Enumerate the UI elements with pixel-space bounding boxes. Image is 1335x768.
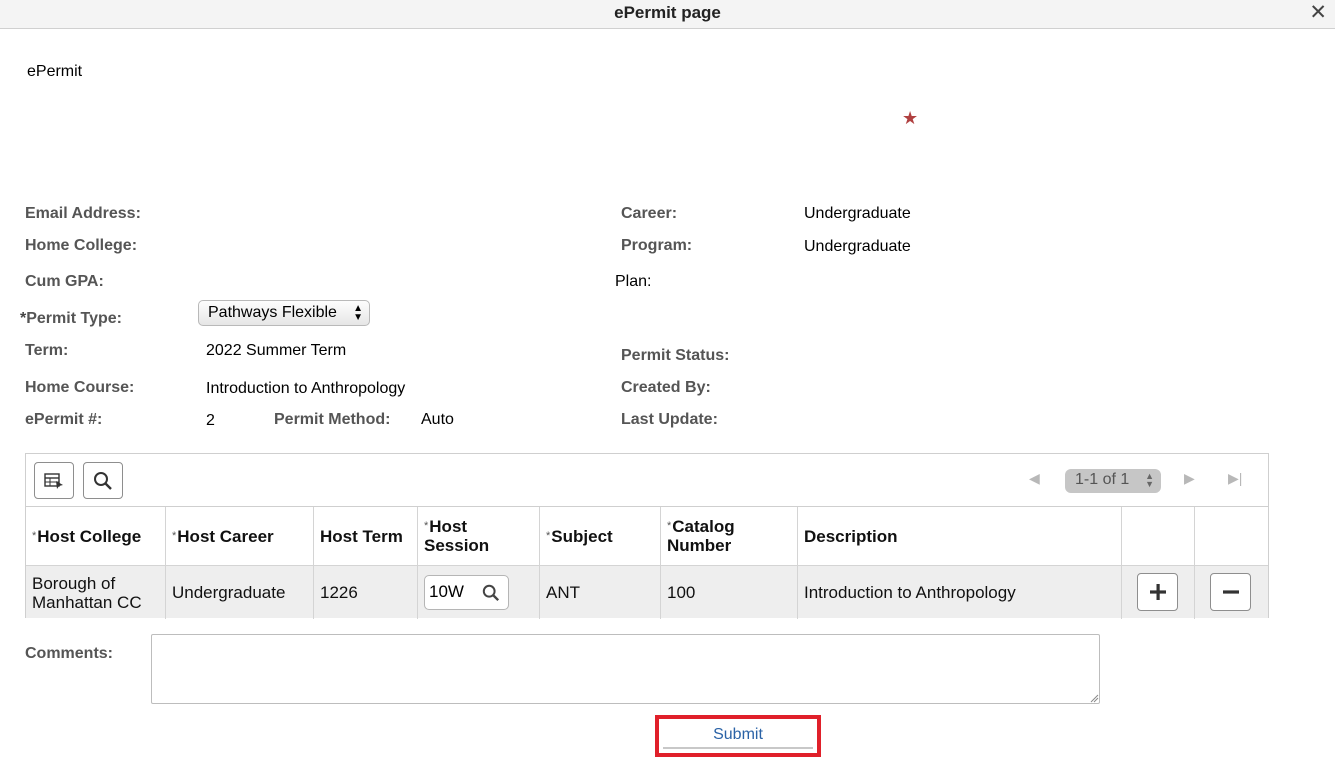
column-header-host-session: *Host Session <box>418 507 540 565</box>
career-label: Career: <box>621 205 678 222</box>
career-value: Undergraduate <box>804 205 911 222</box>
description-cell: Introduction to Anthropology <box>798 566 1122 619</box>
term-label: Term: <box>25 342 69 359</box>
home-course-label: Home Course: <box>25 379 135 396</box>
remove-row-button[interactable] <box>1210 573 1251 611</box>
comments-textarea[interactable] <box>151 634 1100 704</box>
column-label: Host Term <box>320 526 403 546</box>
last-page-icon[interactable]: ▶| <box>1228 470 1242 487</box>
host-session-input[interactable] <box>429 582 475 602</box>
column-header-add <box>1122 507 1195 565</box>
home-college-label: Home College: <box>25 237 138 254</box>
column-label: Host College <box>37 526 142 546</box>
window-title: ePermit page <box>614 3 721 22</box>
subject-cell: ANT <box>540 566 661 619</box>
add-row-button[interactable] <box>1137 573 1178 611</box>
column-label: Subject <box>551 526 613 546</box>
program-label: Program: <box>621 237 693 254</box>
column-label: Description <box>804 526 898 546</box>
required-marker: * <box>424 520 429 532</box>
epermit-number-value: 2 <box>206 412 215 429</box>
program-value: Undergraduate <box>804 238 911 255</box>
email-address-label: Email Address: <box>25 205 141 222</box>
add-row-cell <box>1122 566 1195 619</box>
pager-arrows-icon: ▲ ▼ <box>1145 471 1154 489</box>
host-college-value: Borough of Manhattan CC <box>32 573 142 612</box>
add-icon <box>1149 584 1166 600</box>
remove-icon <box>1222 590 1239 594</box>
host-session-cell <box>418 566 540 619</box>
page-heading: ePermit <box>27 63 83 80</box>
cum-gpa-label: Cum GPA: <box>25 273 104 290</box>
grid-view-button[interactable] <box>34 462 74 499</box>
permit-type-label-text: Permit Type: <box>26 310 122 327</box>
submit-button[interactable]: Submit <box>663 723 813 749</box>
grid-search-button[interactable] <box>83 462 123 499</box>
grid-view-icon <box>44 472 63 489</box>
comments-label: Comments: <box>25 645 114 662</box>
column-header-catalog-number: *Catalog Number <box>661 507 798 565</box>
required-marker: * <box>667 520 672 532</box>
host-career-cell: Undergraduate <box>166 566 314 619</box>
permit-type-select[interactable]: Pathways Flexible ▲ ▼ <box>198 300 370 326</box>
permit-status-label: Permit Status: <box>621 347 730 364</box>
remove-row-cell <box>1195 566 1268 619</box>
search-icon <box>94 471 112 490</box>
host-term-cell: 1226 <box>314 566 418 619</box>
required-marker: * <box>172 529 177 542</box>
permit-type-label: *Permit Type: <box>20 310 122 328</box>
catalog-number-cell: 100 <box>661 566 798 619</box>
required-marker: * <box>546 529 551 542</box>
search-icon[interactable] <box>482 584 500 602</box>
column-label: Host Session <box>424 517 490 555</box>
resize-grip-icon[interactable] <box>1089 693 1099 703</box>
permit-method-value: Auto <box>421 411 454 428</box>
grid-toolbar: ◀ 1-1 of 1 ▲ ▼ ▶ ▶| <box>26 454 1268 507</box>
created-by-label: Created By: <box>621 379 711 396</box>
close-icon[interactable]: ✕ <box>1309 1 1327 25</box>
term-value: 2022 Summer Term <box>206 342 347 359</box>
pager-range-text: 1-1 of 1 <box>1075 471 1130 488</box>
column-header-remove <box>1195 507 1268 565</box>
next-page-icon[interactable]: ▶ <box>1184 470 1195 487</box>
title-bar: ePermit page ✕ <box>0 0 1335 29</box>
column-label: Host Career <box>177 526 274 546</box>
column-label: Catalog Number <box>667 517 735 555</box>
plan-label: Plan: <box>615 273 652 290</box>
last-update-label: Last Update: <box>621 411 718 428</box>
column-header-host-term: Host Term <box>314 507 418 565</box>
epermit-number-label: ePermit #: <box>25 411 103 428</box>
required-star-icon: ★ <box>902 108 919 128</box>
select-arrows-icon: ▲ ▼ <box>353 303 363 323</box>
host-course-grid: ◀ 1-1 of 1 ▲ ▼ ▶ ▶| *Host College *Host C… <box>25 453 1269 619</box>
home-course-value: Introduction to Anthropology <box>206 380 406 397</box>
table-row: Borough of Manhattan CC Undergraduate 12… <box>26 565 1268 619</box>
first-page-icon[interactable]: ◀ <box>1029 470 1040 487</box>
required-marker: * <box>32 529 37 542</box>
column-header-host-career: *Host Career <box>166 507 314 565</box>
pager-range-select[interactable]: 1-1 of 1 ▲ ▼ <box>1065 469 1161 493</box>
host-college-cell: Borough of Manhattan CC <box>26 566 166 619</box>
column-header-subject: *Subject <box>540 507 661 565</box>
column-header-description: Description <box>798 507 1122 565</box>
host-session-lookup <box>424 575 509 610</box>
permit-type-selected-value: Pathways Flexible <box>208 304 337 321</box>
permit-method-label: Permit Method: <box>274 411 391 428</box>
submit-highlight-frame: Submit <box>655 715 821 757</box>
column-header-host-college: *Host College <box>26 507 166 565</box>
